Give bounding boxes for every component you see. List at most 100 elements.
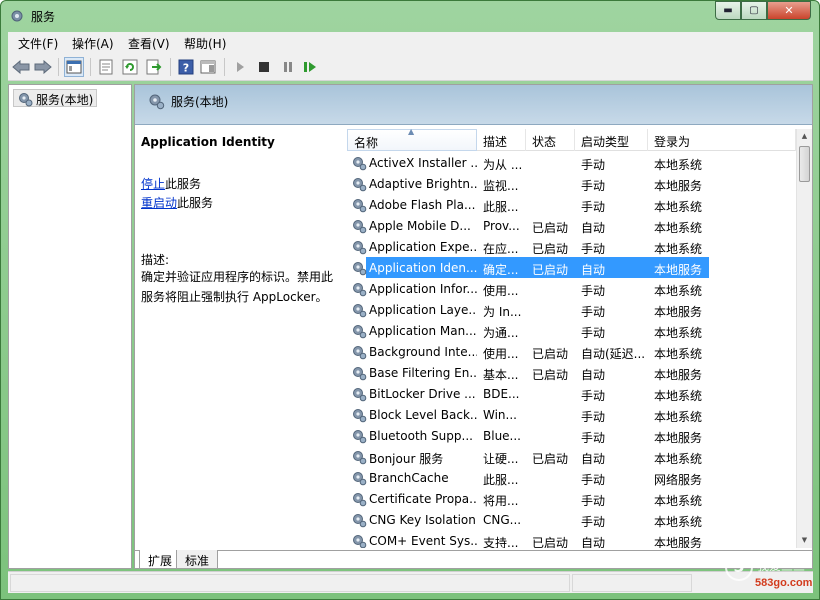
toolbar-separator: [224, 58, 225, 76]
cell-description: 为 In...: [483, 305, 522, 319]
service-gear-icon: [353, 367, 367, 381]
table-row[interactable]: Bluetooth Supp... Blue... 手动 本地服务: [347, 425, 796, 446]
menu-file[interactable]: 文件(F): [18, 35, 58, 52]
table-row[interactable]: Block Level Back... Win... 手动 本地系统: [347, 404, 796, 425]
table-row[interactable]: Adaptive Brightn... 监视... 手动 本地服务: [347, 173, 796, 194]
cell-status: 已启动: [532, 536, 569, 548]
stop-service-suffix: 此服务: [165, 177, 202, 191]
table-row[interactable]: Application Man... 为通... 手动 本地系统: [347, 320, 796, 341]
minimize-button[interactable]: ▬: [715, 1, 741, 20]
show-hide-tree-icon[interactable]: [64, 57, 84, 77]
menu-action[interactable]: 操作(A): [72, 35, 114, 52]
cell-startup-type: 自动: [581, 263, 606, 277]
table-row[interactable]: Base Filtering En... 基本... 已启动 自动 本地服务: [347, 362, 796, 383]
menu-view[interactable]: 查看(V): [128, 35, 170, 52]
back-icon[interactable]: [11, 57, 31, 77]
service-gear-icon: [353, 304, 367, 318]
scrollbar-thumb[interactable]: [799, 146, 810, 182]
forward-icon[interactable]: [33, 57, 53, 77]
show-action-pane-icon[interactable]: [198, 57, 218, 77]
cell-name: Application Laye...: [369, 303, 477, 317]
scroll-down-icon[interactable]: ▼: [797, 533, 812, 548]
cell-startup-type: 手动: [581, 284, 606, 298]
table-row[interactable]: COM+ Event Sys... 支持... 已启动 自动 本地服务: [347, 530, 796, 548]
cell-name: CNG Key Isolation: [369, 513, 476, 527]
cell-description: 基本...: [483, 368, 519, 382]
service-gear-icon: [353, 220, 367, 234]
cell-logon-as: 本地系统: [654, 494, 703, 508]
start-service-icon[interactable]: [230, 57, 250, 77]
column-header-startup-type[interactable]: 启动类型: [575, 129, 648, 151]
help-icon[interactable]: ?: [176, 57, 196, 77]
table-row[interactable]: ActiveX Installer ... 为从 ... 手动 本地系统: [347, 152, 796, 173]
cell-status: 已启动: [532, 221, 569, 235]
svg-text:?: ?: [183, 62, 189, 75]
tree-item-services-local[interactable]: 服务(本地): [13, 89, 98, 107]
cell-logon-as: 本地系统: [654, 452, 703, 466]
stop-service-icon[interactable]: [254, 57, 274, 77]
column-header-description[interactable]: 描述: [477, 129, 526, 151]
console-tree: 服务(本地): [8, 84, 132, 569]
title-bar[interactable]: 服务 ▬ ▢ ✕: [1, 1, 819, 31]
service-gear-icon: [353, 472, 367, 486]
table-row[interactable]: Application Infor... 使用... 手动 本地系统: [347, 278, 796, 299]
restart-service-icon[interactable]: [300, 57, 320, 77]
cell-startup-type: 手动: [581, 158, 606, 172]
stop-service-link[interactable]: 停止: [141, 177, 165, 191]
properties-icon[interactable]: [96, 57, 116, 77]
cell-logon-as: 网络服务: [654, 473, 703, 487]
table-row[interactable]: Application Iden... 确定... 已启动 自动 本地服务: [347, 257, 796, 278]
maximize-button[interactable]: ▢: [741, 1, 767, 20]
table-row[interactable]: Adobe Flash Pla... 此服... 手动 本地系统: [347, 194, 796, 215]
table-row[interactable]: BranchCache 此服... 手动 网络服务: [347, 467, 796, 488]
cell-logon-as: 本地服务: [654, 305, 703, 319]
column-header-status[interactable]: 状态: [526, 129, 575, 151]
close-button[interactable]: ✕: [767, 1, 811, 20]
menu-help[interactable]: 帮助(H): [184, 35, 226, 52]
column-header-logon-as[interactable]: 登录为: [648, 129, 796, 151]
export-list-icon[interactable]: [144, 57, 164, 77]
cell-startup-type: 手动: [581, 242, 606, 256]
table-row[interactable]: Application Expe... 在应... 已启动 手动 本地系统: [347, 236, 796, 257]
watermark: 5 我爱三三 583go.com: [723, 551, 815, 595]
cell-name: Application Expe...: [369, 240, 477, 254]
cell-logon-as: 本地系统: [654, 284, 703, 298]
watermark-url: 583go.com: [755, 577, 813, 589]
cell-description: CNG...: [483, 513, 522, 527]
pause-service-icon[interactable]: [278, 57, 298, 77]
services-gear-icon: [149, 94, 165, 110]
scroll-up-icon[interactable]: ▲: [797, 129, 812, 144]
service-rows: ActiveX Installer ... 为从 ... 手动 本地系统 Adaptiv…: [347, 152, 796, 548]
cell-description: BDE...: [483, 387, 520, 401]
table-row[interactable]: BitLocker Drive ... BDE... 手动 本地系统: [347, 383, 796, 404]
table-row[interactable]: Apple Mobile D... Prov... 已启动 自动 本地系统: [347, 215, 796, 236]
cell-name: Application Infor...: [369, 282, 477, 296]
restart-service-link[interactable]: 重启动: [141, 196, 177, 210]
service-gear-icon: [353, 199, 367, 213]
vertical-scrollbar[interactable]: ▲ ▼: [796, 129, 812, 548]
sort-ascending-icon: ▲: [408, 127, 415, 136]
cell-logon-as: 本地系统: [654, 389, 703, 403]
cell-name: Base Filtering En...: [369, 366, 477, 380]
service-details: Application Identity 停止此服务 重启动此服务 描述: 确定…: [135, 125, 347, 550]
table-row[interactable]: Background Inte... 使用... 已启动 自动(延迟... 本地系统: [347, 341, 796, 362]
services-gear-icon: [11, 10, 23, 22]
cell-logon-as: 本地系统: [654, 221, 703, 235]
table-row[interactable]: Bonjour 服务 让硬... 已启动 自动 本地系统: [347, 446, 796, 467]
cell-status: 已启动: [532, 242, 569, 256]
column-header-name[interactable]: ▲ 名称: [347, 127, 477, 151]
service-gear-icon: [353, 409, 367, 423]
cell-startup-type: 自动: [581, 221, 606, 235]
tab-extended[interactable]: 扩展: [139, 550, 182, 569]
cell-startup-type: 自动: [581, 368, 606, 382]
cell-logon-as: 本地系统: [654, 242, 703, 256]
cell-logon-as: 本地服务: [654, 431, 703, 445]
tab-standard[interactable]: 标准: [176, 550, 219, 569]
table-row[interactable]: Application Laye... 为 In... 手动 本地服务: [347, 299, 796, 320]
cell-description: 确定...: [483, 263, 519, 277]
refresh-icon[interactable]: [120, 57, 140, 77]
services-gear-icon: [19, 93, 33, 107]
table-row[interactable]: CNG Key Isolation CNG... 手动 本地系统: [347, 509, 796, 530]
table-row[interactable]: Certificate Propa... 将用... 手动 本地系统: [347, 488, 796, 509]
column-header-label: 名称: [354, 136, 379, 150]
